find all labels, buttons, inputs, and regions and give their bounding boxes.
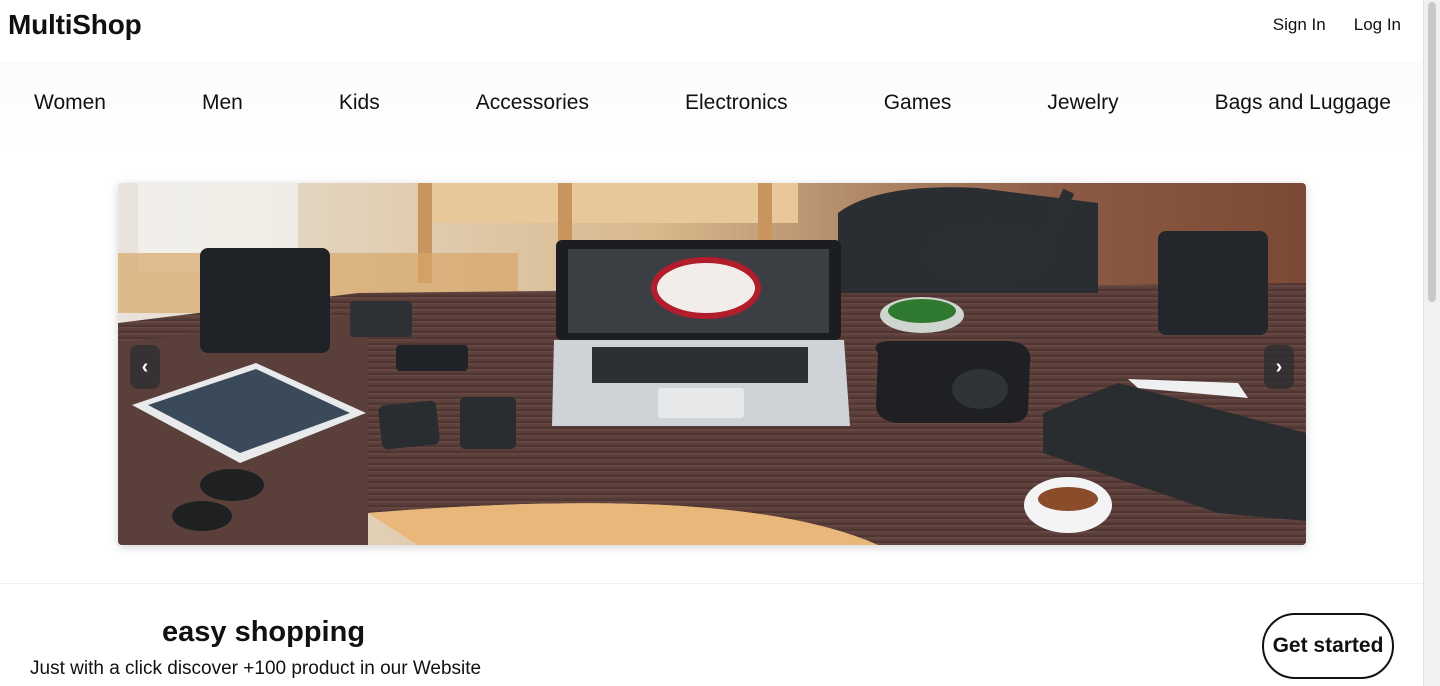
promo-title: easy shopping (162, 616, 366, 648)
category-nav: Women Men Kids Accessories Electronics G… (0, 62, 1423, 152)
scrollbar-thumb[interactable] (1428, 2, 1436, 302)
top-bar: MultiShop Sign In Log In (0, 0, 1423, 62)
sign-in-link[interactable]: Sign In (1273, 15, 1326, 35)
auth-links: Sign In Log In (1273, 15, 1401, 35)
promo-subtitle: Just with a click discover +100 product … (30, 658, 482, 679)
nav-item-bags-and-luggage[interactable]: Bags and Luggage (1215, 91, 1391, 115)
log-in-link[interactable]: Log In (1354, 15, 1401, 35)
nav-item-electronics[interactable]: Electronics (685, 91, 788, 115)
nav-item-games[interactable]: Games (884, 91, 952, 115)
nav-item-accessories[interactable]: Accessories (476, 91, 589, 115)
chevron-left-icon: ‹ (141, 355, 149, 378)
page: MultiShop Sign In Log In Women Men Kids … (0, 0, 1423, 686)
nav-item-men[interactable]: Men (202, 91, 243, 115)
nav-item-kids[interactable]: Kids (339, 91, 380, 115)
get-started-button[interactable]: Get started (1262, 613, 1394, 679)
chevron-right-icon: › (1275, 355, 1283, 378)
page-scrollbar[interactable] (1423, 0, 1440, 686)
carousel-prev-button[interactable]: ‹ (130, 345, 160, 389)
hero-image (118, 183, 1306, 545)
brand-logo[interactable]: MultiShop (8, 9, 142, 41)
promo-section: easy shopping Just with a click discover… (0, 584, 1423, 686)
nav-item-jewelry[interactable]: Jewelry (1047, 91, 1118, 115)
hero-carousel: ‹ › (118, 183, 1306, 545)
nav-item-women[interactable]: Women (34, 91, 106, 115)
carousel-next-button[interactable]: › (1264, 345, 1294, 389)
